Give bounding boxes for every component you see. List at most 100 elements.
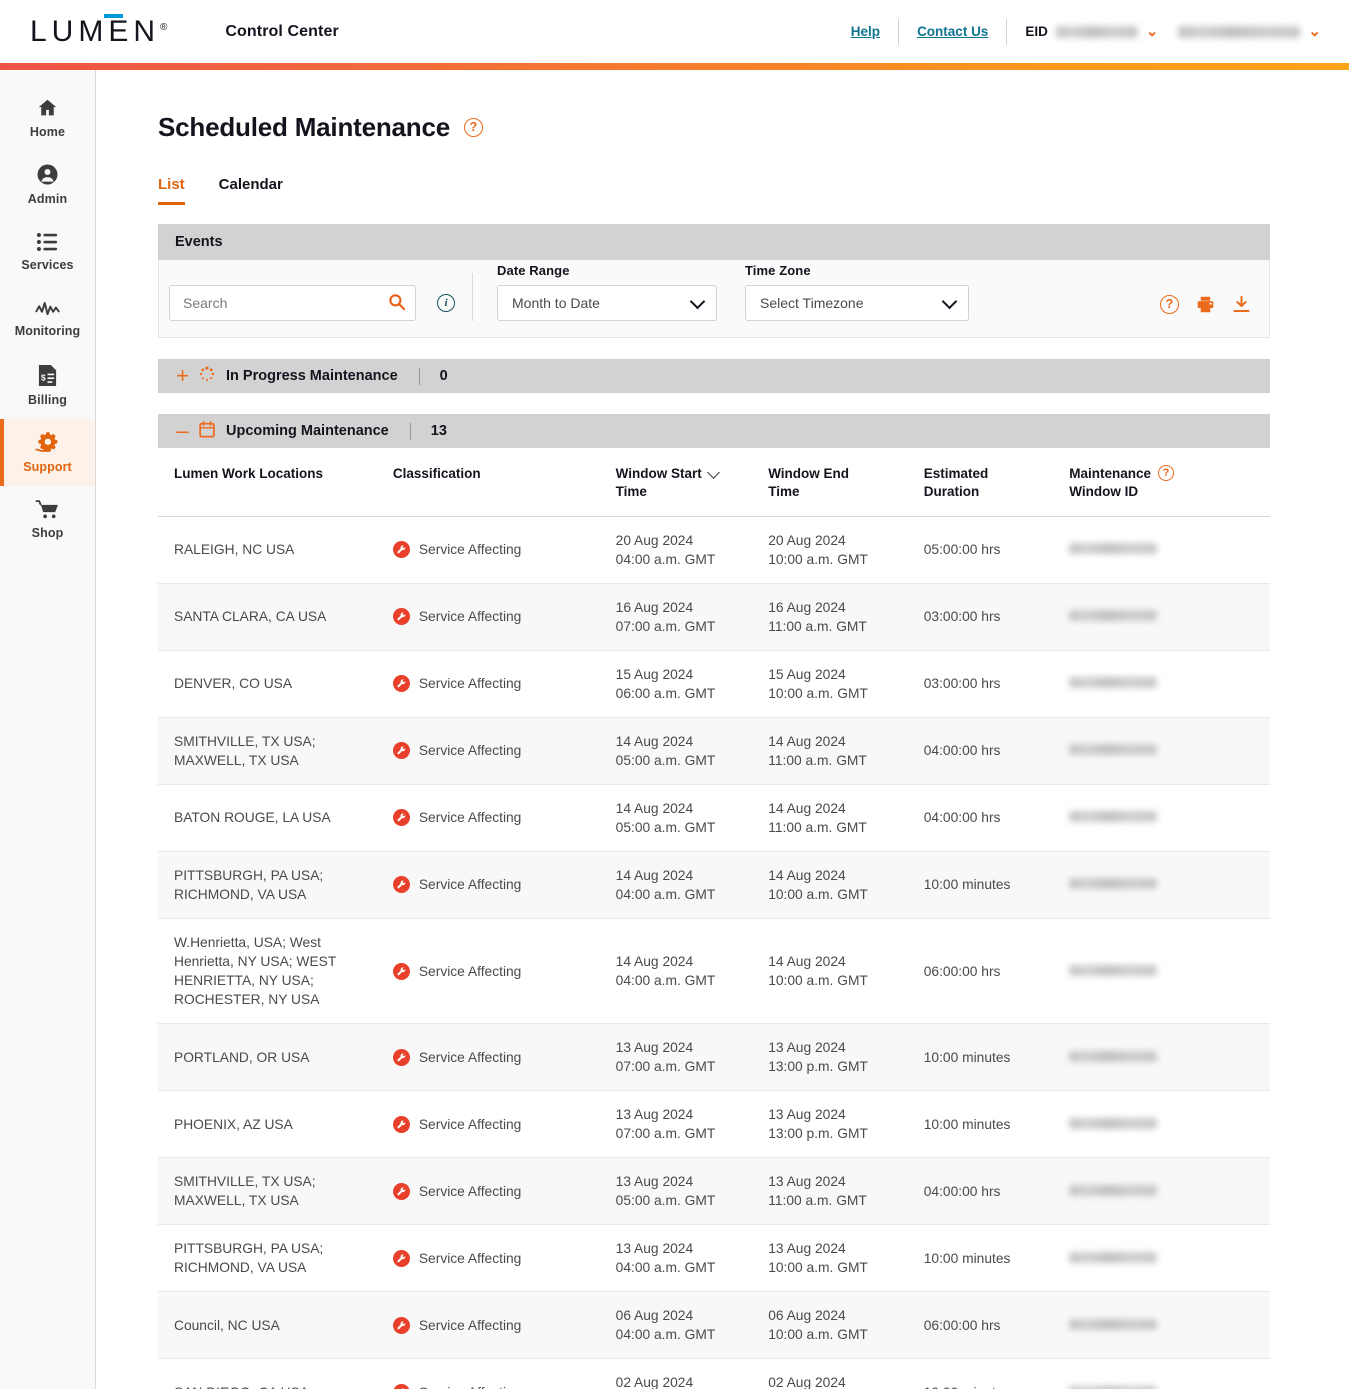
table-row[interactable]: RALEIGH, NC USA Service Affecting 20 Aug 2… [158, 516, 1270, 584]
cell-location: PITTSBURGH, PA USA; RICHMOND, VA USA [158, 1224, 393, 1293]
service-affecting-icon [392, 541, 410, 559]
page-help-icon[interactable]: ? [463, 118, 483, 137]
sidebar-item-support[interactable]: Support [0, 419, 95, 486]
time-zone-select[interactable]: Select Timezone [745, 285, 969, 321]
col-classification[interactable]: Classification [392, 448, 616, 517]
count-divider [418, 367, 420, 385]
cell-estimated-duration: 04:00:00 hrs [923, 784, 1070, 852]
table-row[interactable]: PORTLAND, OR USA Service Affecting 13 Aug … [158, 1023, 1270, 1092]
in-progress-count: 0 [439, 368, 448, 384]
time-zone-field: Time Zone Select Timezone [745, 263, 969, 321]
sidebar-item-shop[interactable]: Shop [0, 486, 95, 553]
col-label: Estimated Duration [923, 466, 989, 499]
tab-calendar[interactable]: Calendar [219, 176, 283, 205]
home-icon [36, 97, 59, 119]
cell-estimated-duration: 10:00 minutes [923, 1023, 1070, 1092]
service-affecting-icon [392, 742, 410, 760]
table-row[interactable]: PHOENIX, AZ USA Service Affecting 13 Aug 2… [158, 1090, 1270, 1159]
chevron-down-icon[interactable]: ⌄ [1308, 24, 1321, 39]
sidebar-item-home[interactable]: Home [0, 84, 95, 151]
print-icon[interactable] [1196, 295, 1215, 314]
cell-location: RALEIGH, NC USA [158, 516, 393, 584]
in-progress-section-header[interactable]: + In Progress Maintenance 0 [158, 359, 1270, 393]
events-panel-header: Events [158, 224, 1270, 260]
col-window-start-time[interactable]: Window Start Time [615, 448, 769, 517]
sidebar-item-billing[interactable]: $ Billing [0, 352, 95, 419]
cell-maintenance-window-id [1069, 1157, 1270, 1226]
user-circle-icon [36, 163, 59, 186]
service-affecting-icon [392, 962, 410, 980]
cell-window-start: 06 Aug 2024 04:00 a.m. GMT [615, 1291, 769, 1360]
main-content: Scheduled Maintenance ? List Calendar Ev… [96, 70, 1349, 1389]
sidebar-item-label: Support [23, 460, 72, 474]
app-title: Control Center [225, 22, 339, 40]
cell-estimated-duration: 10:00 minutes [923, 1090, 1070, 1159]
sidebar-item-label: Billing [28, 393, 67, 407]
events-panel: Events i [158, 224, 1270, 338]
cell-estimated-duration: 10:00 minutes [923, 1358, 1070, 1389]
col-maintenance-window-id[interactable]: Maintenance Window ID ? [1069, 448, 1270, 517]
invoice-icon: $ [37, 364, 58, 387]
table-row[interactable]: PITTSBURGH, PA USA; RICHMOND, VA USA Serv… [158, 1224, 1270, 1293]
service-affecting-icon [392, 1115, 410, 1133]
table-row[interactable]: W.Henrietta, USA; West Henrietta, NY USA… [158, 918, 1270, 1025]
cell-window-start: 14 Aug 2024 04:00 a.m. GMT [615, 851, 769, 920]
chevron-down-icon[interactable]: ⌄ [1146, 24, 1159, 39]
cell-window-end: 14 Aug 2024 11:00 a.m. GMT [768, 784, 924, 852]
sidebar-item-label: Services [21, 257, 74, 272]
cell-classification: Service Affecting [392, 717, 616, 785]
list-icon [36, 232, 59, 252]
table-row[interactable]: PITTSBURGH, PA USA; RICHMOND, VA USA Serv… [158, 851, 1270, 920]
date-range-select[interactable]: Month to Date [497, 285, 717, 321]
col-estimated-duration[interactable]: Estimated Duration [923, 448, 1070, 517]
table-row[interactable]: SMITHVILLE, TX USA; MAXWELL, TX USA Servi… [158, 717, 1270, 785]
cell-window-start: 15 Aug 2024 06:00 a.m. GMT [615, 650, 769, 718]
classification-label: Service Affecting [418, 542, 522, 558]
search-info-icon[interactable]: i [437, 294, 455, 312]
sidebar-item-monitoring[interactable]: Monitoring [0, 285, 95, 352]
service-affecting-icon [392, 1048, 410, 1066]
search-input[interactable] [169, 285, 416, 321]
tab-list[interactable]: List [158, 176, 185, 205]
expand-toggle-icon[interactable]: + [175, 365, 190, 387]
toolbar-icons: ? [1160, 295, 1251, 321]
chevron-down-icon [941, 293, 958, 310]
sort-chevron-down-icon[interactable] [706, 466, 720, 479]
table-row[interactable]: SMITHVILLE, TX USA; MAXWELL, TX USA Servi… [158, 1157, 1270, 1226]
sidebar-item-services[interactable]: Services [0, 218, 95, 285]
maintenance-window-id-redacted [1069, 811, 1158, 823]
cell-window-end: 14 Aug 2024 10:00 a.m. GMT [768, 918, 924, 1025]
table-row[interactable]: DENVER, CO USA Service Affecting 15 Aug 20… [158, 650, 1270, 718]
classification-label: Service Affecting [418, 676, 522, 692]
account-selector[interactable]: ⌄ [1164, 24, 1325, 39]
col-lumen-work-locations[interactable]: Lumen Work Locations [158, 448, 393, 517]
collapse-toggle-icon[interactable]: – [175, 420, 190, 442]
table-row[interactable]: Council, NC USA Service Affecting 06 Aug 2… [158, 1291, 1270, 1360]
brand-gradient-stripe [0, 63, 1349, 70]
contact-us-link[interactable]: Contact Us [899, 24, 1006, 39]
cell-window-end: 20 Aug 2024 10:00 a.m. GMT [768, 516, 924, 584]
help-link[interactable]: Help [833, 24, 898, 39]
table-row[interactable]: SANTA CLARA, CA USA Service Affecting 16 A… [158, 583, 1270, 651]
cell-estimated-duration: 05:00:00 hrs [923, 516, 1070, 584]
cell-maintenance-window-id [1069, 1291, 1270, 1360]
download-icon[interactable] [1232, 295, 1251, 314]
upcoming-section-header[interactable]: – Upcoming Maintenance 13 [158, 414, 1270, 448]
sidebar-item-admin[interactable]: Admin [0, 151, 95, 218]
service-affecting-icon [392, 1182, 410, 1200]
eid-selector[interactable]: EID ⌄ [1007, 24, 1164, 39]
table-row[interactable]: SAN DIEGO, CA USA Service Affecting 02 Aug… [158, 1358, 1270, 1389]
toolbar-help-icon[interactable]: ? [1160, 295, 1179, 314]
cell-maintenance-window-id [1069, 650, 1270, 718]
maintenance-window-id-help-icon[interactable]: ? [1158, 465, 1175, 481]
cell-window-end: 16 Aug 2024 11:00 a.m. GMT [768, 583, 924, 651]
date-range-label: Date Range [497, 263, 570, 278]
maintenance-window-id-redacted [1069, 744, 1158, 756]
search-button[interactable] [388, 293, 406, 314]
maintenance-window-id-redacted [1069, 1050, 1158, 1062]
cell-classification: Service Affecting [392, 1090, 616, 1159]
col-window-end-time[interactable]: Window End Time [768, 448, 924, 517]
table-row[interactable]: BATON ROUGE, LA USA Service Affecting 14 A… [158, 784, 1270, 852]
lumen-logo[interactable]: LUMEN® [30, 13, 167, 47]
maintenance-window-id-redacted [1069, 543, 1158, 555]
